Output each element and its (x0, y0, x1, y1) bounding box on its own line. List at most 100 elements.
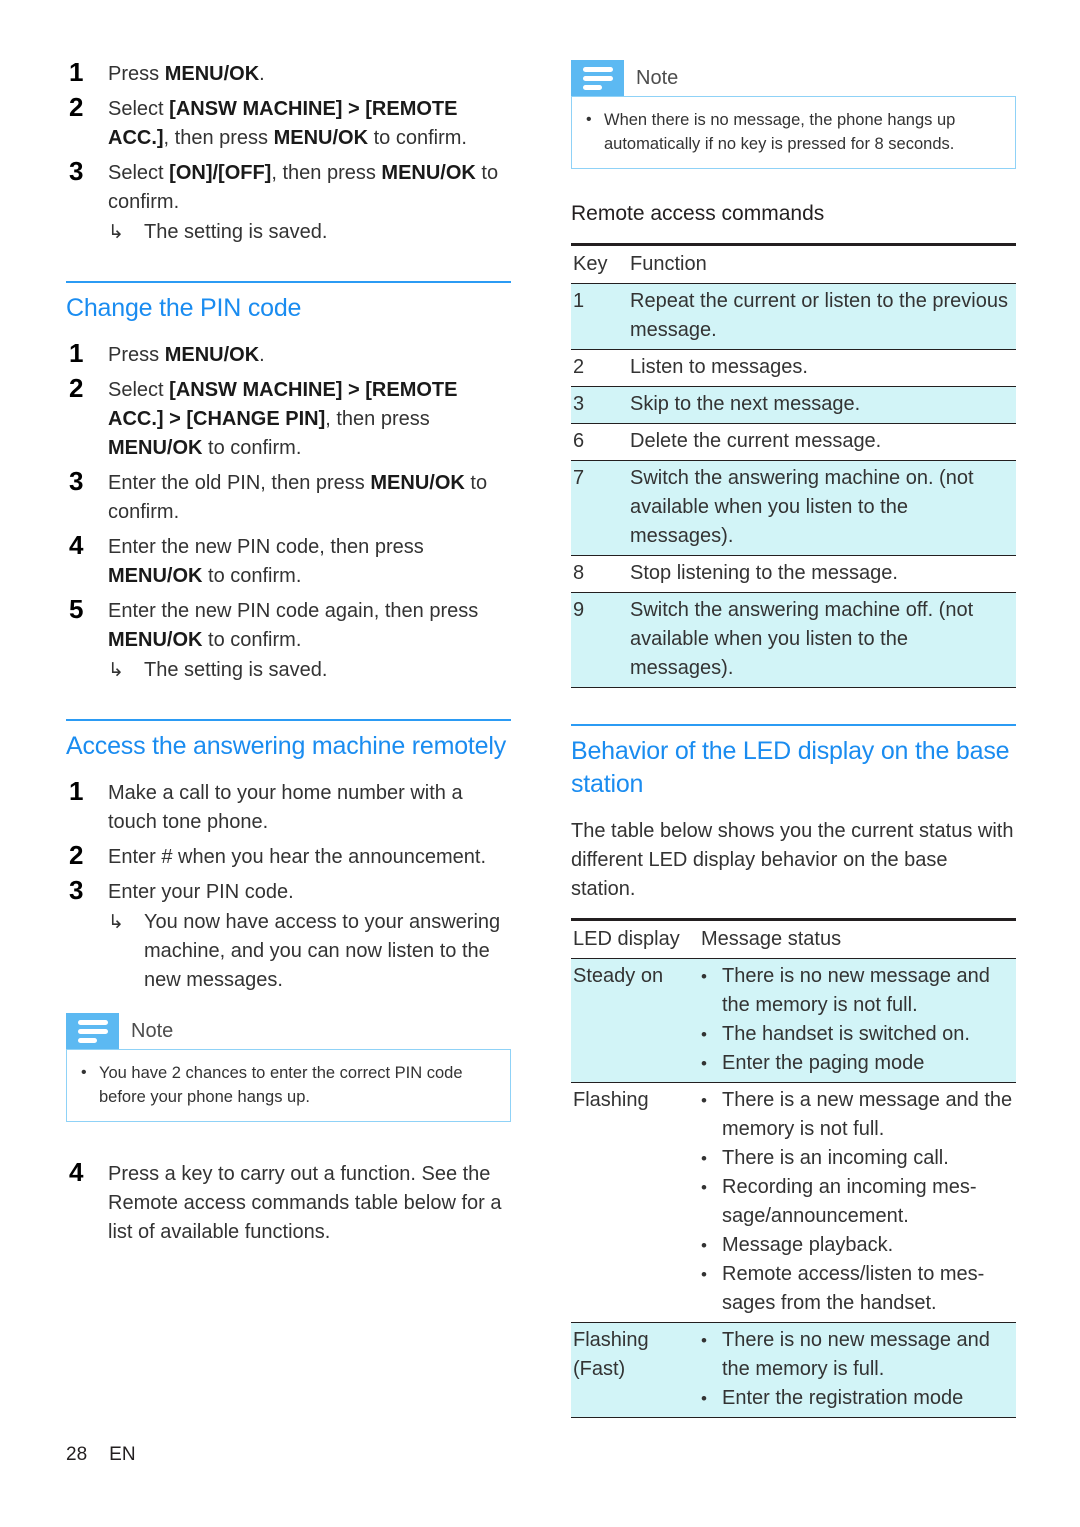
result-text: You now have access to your answering ma… (144, 911, 501, 991)
status-item: • Enter the paging mode (701, 1049, 1016, 1078)
left-column: 1 Press MENU/OK. 2 Select [ANSW MACHINE]… (66, 57, 511, 1253)
table-row: Steady on • There is no new message and t… (571, 958, 1016, 1083)
note-box-right: Note • When there is no message, the pho… (571, 60, 1016, 169)
step-number: 2 (69, 92, 84, 122)
result-arrow-icon: ↳ (108, 912, 124, 933)
cell-function: Switch the answering machine off. (not a… (628, 592, 1016, 688)
bullet-icon: • (701, 1149, 707, 1168)
bullet-icon: • (701, 967, 707, 986)
result-arrow-icon: ↳ (108, 660, 124, 681)
step-text: Make a call to your home number with a t… (108, 782, 463, 833)
bullet-icon: • (701, 1236, 707, 1255)
status-item: • Enter the registration mode (701, 1384, 1016, 1413)
cell-led-display: Flashing (571, 1082, 699, 1323)
table-row: Flashing • There is a new message and the… (571, 1082, 1016, 1323)
bullet-icon: • (701, 1331, 707, 1350)
cell-message-status: • There is a new message and the memory i… (699, 1082, 1016, 1323)
step-result: ↳ The setting is saved. (108, 218, 511, 247)
step-text: Enter the new PIN code, then press MENU/… (108, 536, 424, 587)
step-result: ↳ The setting is saved. (108, 656, 511, 685)
step-text-line: Enter your PIN code. (108, 881, 294, 903)
step-item: 5 Enter the new PIN code again, then pre… (66, 594, 511, 685)
cell-function: Stop listening to the message. (628, 555, 1016, 593)
note-item-text: When there is no message, the phone hang… (604, 111, 956, 153)
step-item: 2 Select [ANSW MACHINE] > [REMOTE ACC.],… (66, 92, 511, 153)
step-number: 2 (69, 840, 84, 870)
status-text: There is no new message and the memory i… (722, 1329, 990, 1380)
status-item: • Recording an incoming mes-sage/announce… (701, 1173, 1016, 1231)
cell-message-status: • There is no new message and the memory … (699, 958, 1016, 1083)
bullet-icon: • (701, 1265, 707, 1284)
note-header: Note (66, 1013, 511, 1049)
bullet-icon: • (701, 1091, 707, 1110)
note-box-left: Note • You have 2 chances to enter the c… (66, 1013, 511, 1122)
column-header-key: Key (571, 243, 628, 284)
bullet-icon: • (586, 111, 592, 128)
status-item: • There is no new message and the memory … (701, 1326, 1016, 1384)
heading-change-pin: Change the PIN code (66, 294, 302, 322)
step-number: 3 (69, 156, 84, 186)
bullet-icon: • (701, 1178, 707, 1197)
result-text: The setting is saved. (144, 659, 328, 681)
status-list: • There is no new message and the memory … (701, 1326, 1016, 1413)
step-number: 1 (69, 338, 84, 368)
status-text: The handset is switched on. (722, 1023, 970, 1045)
table-body: Steady on • There is no new message and t… (571, 958, 1016, 1418)
page-footer: 28 EN (66, 1444, 136, 1466)
step-number: 4 (69, 530, 84, 560)
step-text: Press a key to carry out a function. See… (108, 1163, 502, 1243)
heading-access-remotely: Access the answering machine remotely (66, 732, 507, 760)
cell-function: Listen to messages. (628, 349, 1016, 387)
table-row: 7 Switch the answering machine on. (not … (571, 460, 1016, 556)
led-display-table: LED display Message status Steady on • Th… (571, 918, 1016, 1418)
step-number: 1 (69, 776, 84, 806)
step-item: 3 Enter the old PIN, then press MENU/OK … (66, 466, 511, 527)
steps-change-pin: 1 Press MENU/OK. 2 Select [ANSW MACHINE]… (66, 338, 511, 685)
right-column: Note • When there is no message, the pho… (571, 60, 1016, 1418)
cell-key: 6 (571, 423, 628, 461)
cell-function: Skip to the next message. (628, 386, 1016, 424)
note-title: Note (636, 67, 679, 89)
step-text: Press MENU/OK. (108, 344, 265, 366)
step-item: 2 Select [ANSW MACHINE] > [REMOTE ACC.] … (66, 373, 511, 463)
step-item: 4 Press a key to carry out a function. S… (66, 1157, 511, 1247)
status-text: Message playback. (722, 1234, 894, 1256)
note-item: • When there is no message, the phone ha… (586, 108, 1001, 156)
step-text: Press MENU/OK. (108, 63, 265, 85)
step-item: 3 Select [ON]/[OFF], then press MENU/OK … (66, 156, 511, 247)
cell-function: Repeat the current or listen to the prev… (628, 283, 1016, 350)
status-item: • There is an incoming call. (701, 1144, 1016, 1173)
table-row: Flashing (Fast) • There is no new message… (571, 1322, 1016, 1418)
column-header-message-status: Message status (699, 918, 1016, 959)
bullet-icon: • (701, 1389, 707, 1408)
cell-function: Switch the answering machine on. (not av… (628, 460, 1016, 556)
cell-key: 9 (571, 592, 628, 688)
step-text: Select [ON]/[OFF], then press MENU/OK to… (108, 159, 511, 247)
status-text: Enter the paging mode (722, 1052, 925, 1074)
manual-page: 1 Press MENU/OK. 2 Select [ANSW MACHINE]… (0, 0, 1080, 1527)
status-item: • There is a new message and the memory i… (701, 1086, 1016, 1144)
cell-key: 8 (571, 555, 628, 593)
page-number: 28 (66, 1444, 88, 1465)
step-item: 1 Press MENU/OK. (66, 338, 511, 370)
cell-key: 3 (571, 386, 628, 424)
table-body: 1 Repeat the current or listen to the pr… (571, 283, 1016, 688)
step-number: 2 (69, 373, 84, 403)
column-header-led-display: LED display (571, 918, 699, 959)
status-item: • Remote access/listen to mes-sages from … (701, 1260, 1016, 1318)
cell-function: Delete the current message. (628, 423, 1016, 461)
step-number: 3 (69, 466, 84, 496)
status-text: There is an incoming call. (722, 1147, 949, 1169)
table-row: 6 Delete the current message. (571, 423, 1016, 461)
step-number: 5 (69, 594, 84, 624)
bullet-icon: • (81, 1064, 87, 1081)
step-number: 4 (69, 1157, 84, 1187)
result-arrow-icon: ↳ (108, 222, 124, 243)
cell-key: 7 (571, 460, 628, 556)
table-row: 8 Stop listening to the message. (571, 555, 1016, 593)
cell-led-display: Flashing (Fast) (571, 1322, 699, 1418)
steps-access-remotely: 1 Make a call to your home number with a… (66, 776, 511, 995)
status-text: Recording an incoming mes-sage/announcem… (722, 1176, 977, 1227)
table-row: 1 Repeat the current or listen to the pr… (571, 283, 1016, 350)
step-number: 3 (69, 875, 84, 905)
